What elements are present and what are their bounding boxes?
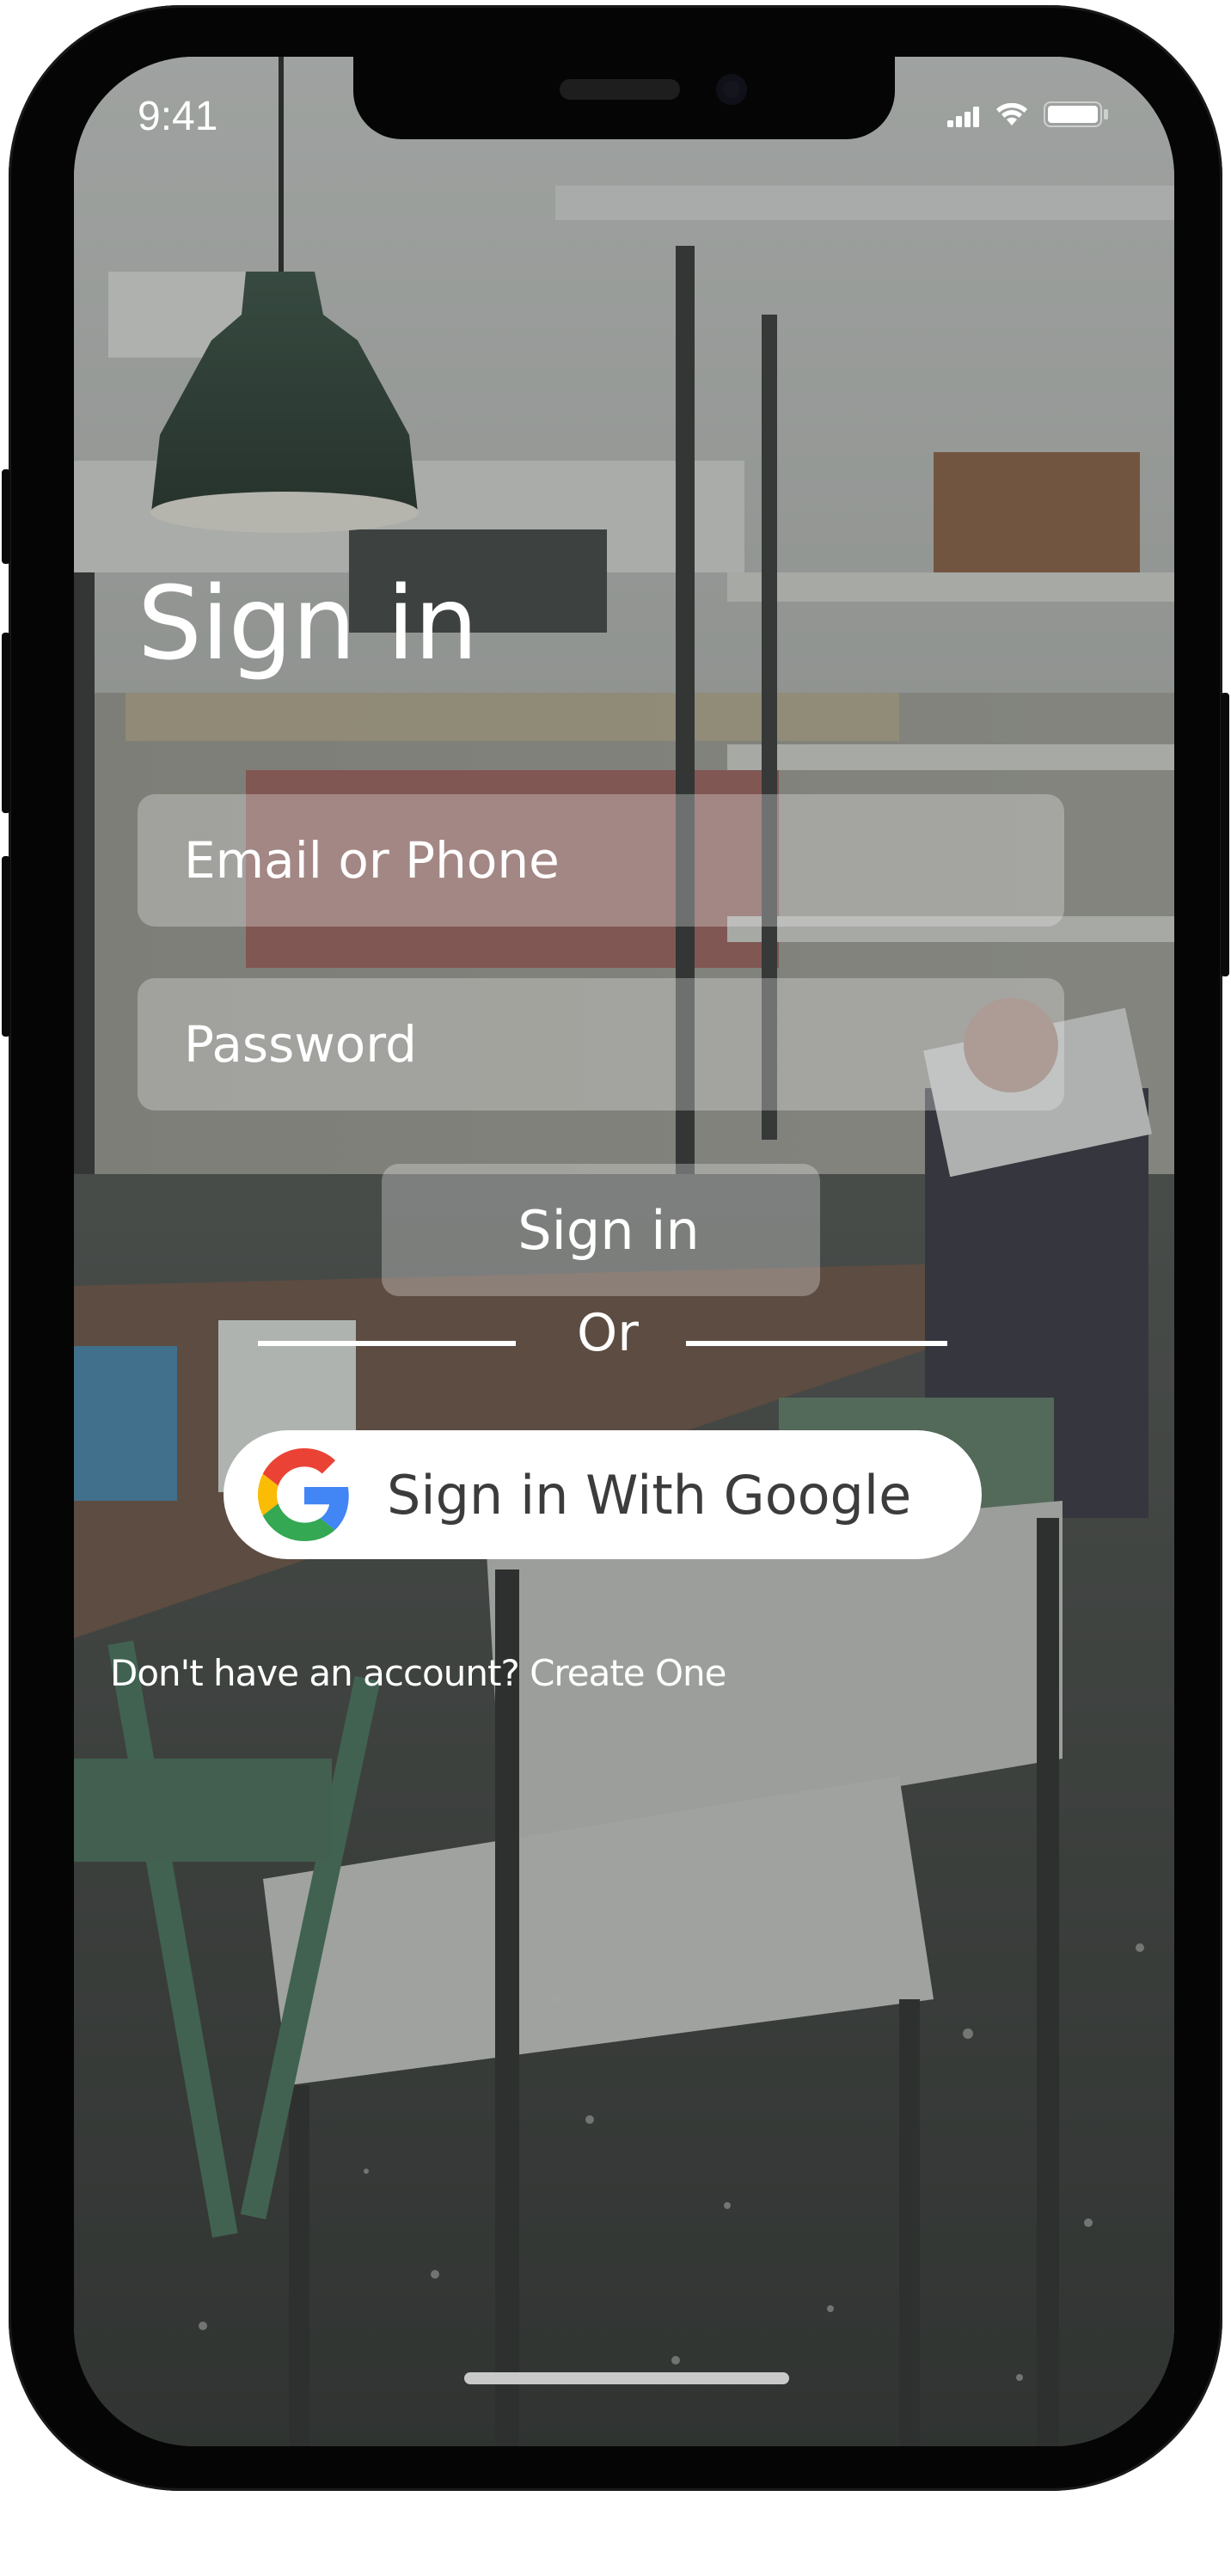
status-time: 9:41 [138, 94, 218, 139]
phone-volume-down [2, 856, 10, 1037]
screen: 9:41 Sign in Email or Phone Sign in Or S… [74, 57, 1174, 2446]
create-account-link[interactable]: Don't have an account? Create One [110, 1652, 727, 1694]
battery-icon [1044, 101, 1108, 127]
or-divider-text: Or [577, 1303, 639, 1363]
google-signin-button[interactable]: Sign in With Google [224, 1430, 982, 1559]
email-input[interactable] [182, 830, 1064, 890]
phone-frame: 9:41 Sign in Email or Phone Sign in Or S… [2, 5, 1229, 2491]
speaker-icon [560, 79, 680, 100]
phone-power-button [1221, 693, 1229, 976]
page-title: Sign in [138, 564, 478, 682]
google-signin-label: Sign in With Google [387, 1463, 912, 1527]
camera-icon [716, 74, 747, 105]
google-logo-icon [258, 1448, 349, 1541]
notch [353, 57, 895, 139]
password-input[interactable] [182, 1014, 1064, 1074]
password-field[interactable] [138, 978, 1064, 1111]
phone-volume-up [2, 633, 10, 813]
divider-line-right [686, 1341, 947, 1346]
home-indicator[interactable] [464, 2372, 789, 2384]
signal-icon [947, 107, 979, 127]
signin-button[interactable]: Sign in [382, 1164, 820, 1296]
phone-side-button [2, 469, 10, 564]
divider-line-left [258, 1341, 516, 1346]
wifi-icon [996, 103, 1027, 125]
email-field[interactable] [138, 794, 1064, 927]
status-icons [947, 101, 1109, 127]
